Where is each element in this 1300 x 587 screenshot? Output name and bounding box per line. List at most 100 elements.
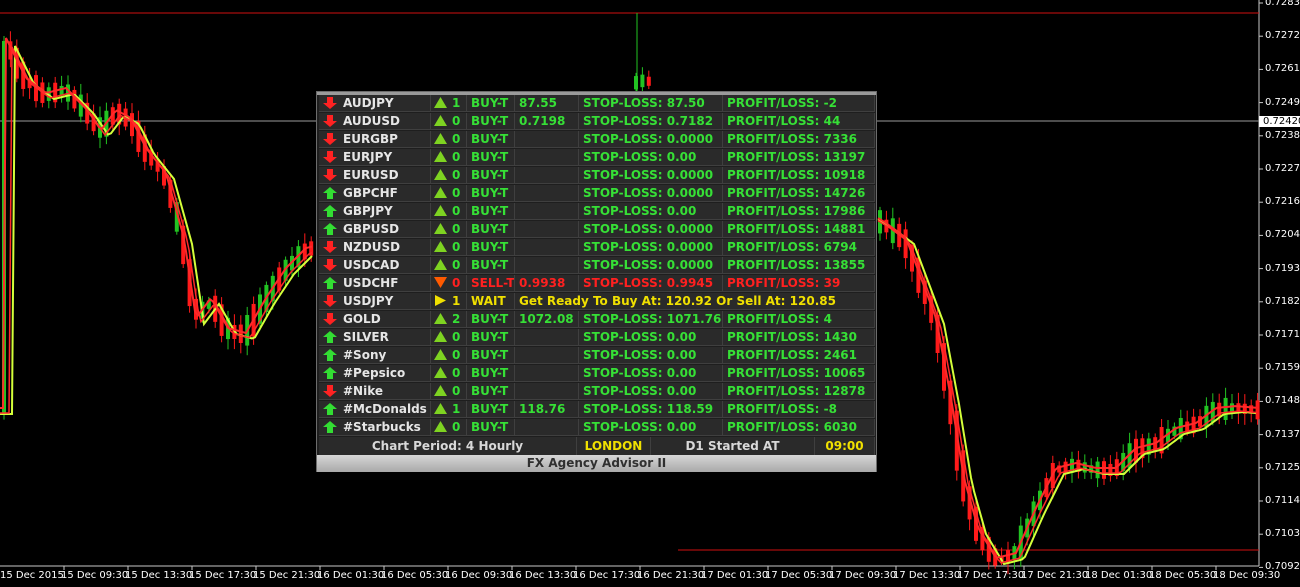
entry-price	[515, 131, 579, 148]
symbol-cell[interactable]: GBPJPY	[319, 203, 431, 220]
symbol-cell[interactable]: AUDJPY	[319, 95, 431, 112]
signal-cell: 0	[431, 113, 467, 130]
panel-title[interactable]: FX Agency Advisor II	[317, 455, 876, 472]
price-tick-label: 0.72610	[1265, 63, 1300, 75]
stop-loss: STOP-LOSS: 0.0000	[579, 185, 723, 202]
trend-down-icon	[323, 169, 337, 181]
signal-row: #Pepsico 0 BUY-T STOP-LOSS: 0.00 PROFIT/LOSS…	[319, 365, 875, 383]
symbol-label: #Nike	[343, 384, 384, 398]
symbol-cell[interactable]: GBPCHF	[319, 185, 431, 202]
candle-body	[903, 229, 908, 259]
current-price-marker: 0.72420	[1259, 116, 1300, 127]
symbol-cell[interactable]: EURJPY	[319, 149, 431, 166]
action-cell: SELL-T	[467, 275, 515, 292]
symbol-cell[interactable]: #Sony	[319, 347, 431, 364]
symbol-cell[interactable]: NZDUSD	[319, 239, 431, 256]
buy-signal-icon	[434, 151, 447, 162]
trend-down-icon	[323, 97, 337, 109]
price-tick-label: 0.71145	[1265, 495, 1300, 506]
entry-price	[515, 149, 579, 166]
symbol-label: EURUSD	[343, 168, 399, 182]
entry-price	[515, 185, 579, 202]
stop-loss: STOP-LOSS: 0.0000	[579, 257, 723, 274]
profit-loss: PROFIT/LOSS: 7336	[723, 131, 875, 148]
stop-loss: STOP-LOSS: 0.0000	[579, 131, 723, 148]
time-tick-label: 15 Dec 2015	[0, 570, 64, 581]
trend-up-icon	[323, 367, 337, 379]
entry-price: 0.7198	[515, 113, 579, 130]
symbol-cell[interactable]: EURGBP	[319, 131, 431, 148]
signal-count: 0	[452, 114, 461, 128]
buy-signal-icon	[434, 115, 447, 126]
trend-up-icon	[323, 187, 337, 199]
signal-count: 0	[452, 276, 461, 290]
buy-signal-icon	[434, 187, 447, 198]
signal-count: 1	[452, 294, 461, 308]
symbol-cell[interactable]: AUDUSD	[319, 113, 431, 130]
trend-down-icon	[323, 151, 337, 163]
chart-period: Chart Period: 4 Hourly	[319, 437, 577, 455]
signal-row: #Starbucks 0 BUY-T STOP-LOSS: 0.00 PROFIT/LO…	[319, 419, 875, 437]
trend-up-icon	[323, 349, 337, 361]
time-tick-label: 18 Dec 01:30	[1085, 570, 1153, 581]
symbol-cell[interactable]: USDCHF	[319, 275, 431, 292]
buy-signal-icon	[434, 205, 447, 216]
trend-down-icon	[323, 385, 337, 397]
buy-signal-icon	[434, 349, 447, 360]
profit-loss: PROFIT/LOSS: 13855	[723, 257, 875, 274]
moving-average-slow	[877, 218, 1257, 566]
moving-average-fast	[877, 217, 1257, 559]
candle-body	[646, 76, 651, 86]
symbol-label: NZDUSD	[343, 240, 401, 254]
signal-count: 0	[452, 240, 461, 254]
signal-row: SILVER 0 BUY-T STOP-LOSS: 0.00 PROFIT/LOSS: …	[319, 329, 875, 347]
action-cell: BUY-T	[467, 131, 515, 148]
signal-cell: 0	[431, 221, 467, 238]
stop-loss: STOP-LOSS: 0.0000	[579, 239, 723, 256]
profit-loss: PROFIT/LOSS: 10918	[723, 167, 875, 184]
symbol-cell[interactable]: EURUSD	[319, 167, 431, 184]
action-cell: BUY-T	[467, 113, 515, 130]
signal-row: USDJPY 1 WAIT Get Ready To Buy At: 120.92 O…	[319, 293, 875, 311]
action-cell: BUY-T	[467, 401, 515, 418]
symbol-cell[interactable]: #Starbucks	[319, 419, 431, 436]
symbol-label: #Starbucks	[343, 420, 421, 434]
profit-loss: PROFIT/LOSS: 13197	[723, 149, 875, 166]
entry-price	[515, 419, 579, 436]
time-tick-label: 16 Dec 17:30	[573, 570, 641, 581]
symbol-cell[interactable]: #Pepsico	[319, 365, 431, 382]
trend-up-icon	[323, 331, 337, 343]
trend-down-icon	[323, 295, 337, 307]
symbol-cell[interactable]: USDCAD	[319, 257, 431, 274]
symbol-cell[interactable]: #Nike	[319, 383, 431, 400]
symbol-cell[interactable]: SILVER	[319, 329, 431, 346]
signal-cell: 0	[431, 419, 467, 436]
action-cell: BUY-T	[467, 239, 515, 256]
price-tick-label: 0.71030	[1265, 528, 1300, 540]
buy-signal-icon	[434, 169, 447, 180]
entry-price: 87.55	[515, 95, 579, 112]
symbol-cell[interactable]: USDJPY	[319, 293, 431, 310]
action-cell: BUY-T	[467, 347, 515, 364]
signal-row: GOLD 2 BUY-T 1072.08 STOP-LOSS: 1071.76 PROFI…	[319, 311, 875, 329]
signal-count: 0	[452, 222, 461, 236]
stop-loss: STOP-LOSS: 0.9945	[579, 275, 723, 292]
time-tick-label: 17 Dec 13:30	[893, 570, 961, 581]
time-tick-label: 16 Dec 05:30	[381, 570, 449, 581]
symbol-label: #Pepsico	[343, 366, 406, 380]
symbol-cell[interactable]: GBPUSD	[319, 221, 431, 238]
symbol-label: SILVER	[343, 330, 389, 344]
stop-loss: STOP-LOSS: 0.7182	[579, 113, 723, 130]
signal-cell: 0	[431, 185, 467, 202]
stop-loss: STOP-LOSS: 0.00	[579, 329, 723, 346]
symbol-cell[interactable]: #McDonalds	[319, 401, 431, 418]
stop-loss: STOP-LOSS: 0.00	[579, 203, 723, 220]
symbol-cell[interactable]: GOLD	[319, 311, 431, 328]
stop-loss: STOP-LOSS: 0.0000	[579, 167, 723, 184]
entry-price: 118.76	[515, 401, 579, 418]
profit-loss: PROFIT/LOSS: 17986	[723, 203, 875, 220]
trend-up-icon	[323, 277, 337, 289]
signal-count: 0	[452, 132, 461, 146]
action-cell: BUY-T	[467, 311, 515, 328]
signal-count: 0	[452, 258, 461, 272]
